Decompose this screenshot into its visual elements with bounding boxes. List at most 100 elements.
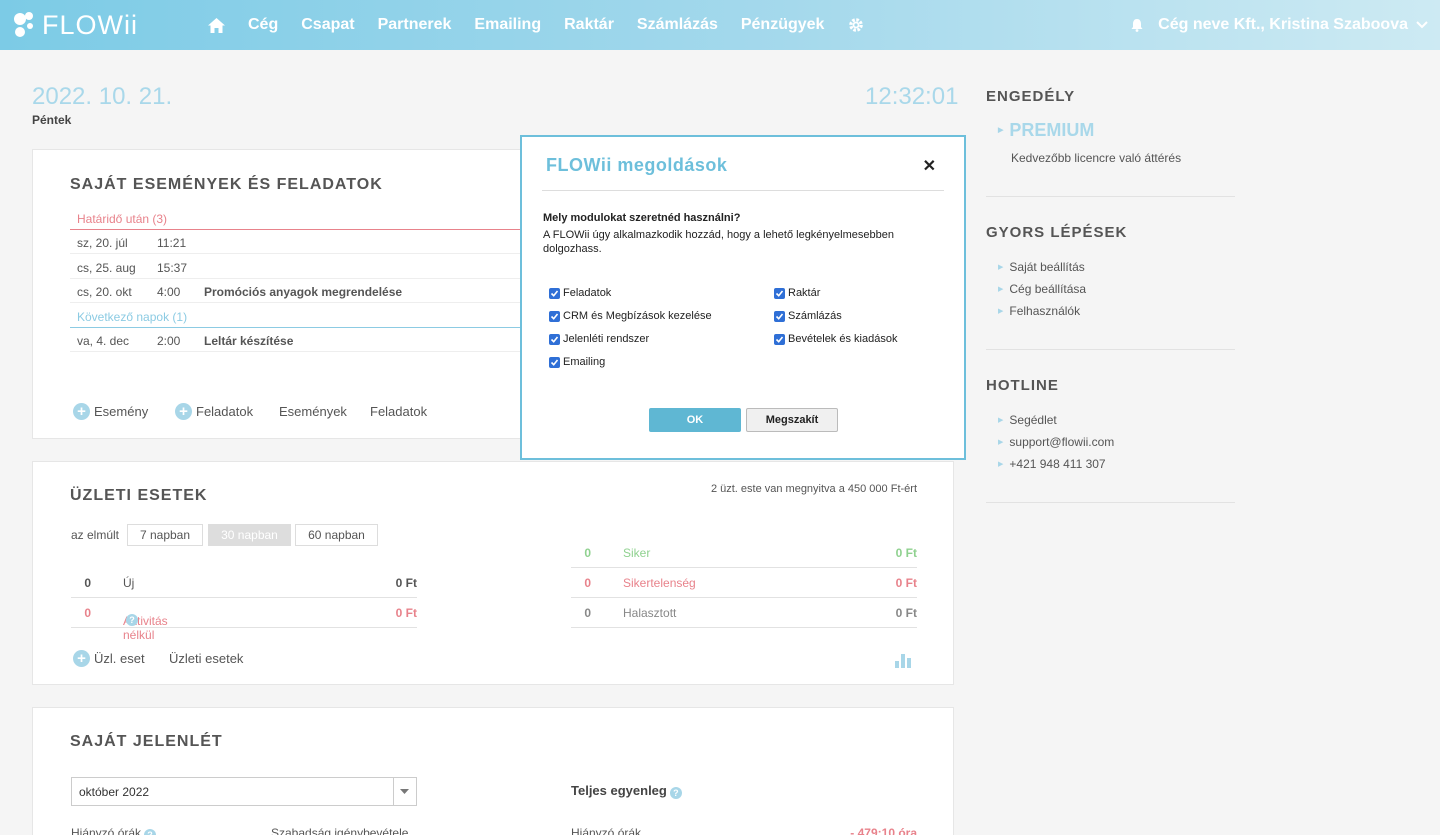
- stat-row-success[interactable]: 0 Siker 0 Ft: [571, 538, 917, 568]
- main-nav: Cég Csapat Partnerek Emailing Raktár Szá…: [207, 0, 888, 50]
- nav-penzugyek[interactable]: Pénzügyek: [741, 16, 825, 34]
- help-icon[interactable]: ?: [126, 614, 138, 626]
- nav-ceg[interactable]: Cég: [248, 16, 278, 34]
- stat-row-postponed[interactable]: 0 Halasztott 0 Ft: [571, 598, 917, 628]
- event-row[interactable]: sz, 20. júl 11:21: [70, 230, 570, 254]
- stat-row-new[interactable]: 0 Új 0 Ft: [71, 568, 417, 598]
- help-icon[interactable]: ?: [669, 787, 682, 799]
- modules-dialog: FLOWii megoldások ✕ Mely modulokat szere…: [520, 135, 966, 460]
- checkbox-checked-icon[interactable]: [774, 310, 785, 322]
- hotline-title: HOTLINE: [986, 377, 1059, 394]
- current-date: 2022. 10. 21.: [32, 83, 173, 110]
- month-select[interactable]: október 2022: [71, 777, 417, 806]
- event-date: cs, 20. okt: [77, 285, 132, 299]
- nav-emailing[interactable]: Emailing: [474, 16, 541, 34]
- hotline-item-label: Segédlet: [1009, 413, 1057, 427]
- nav-partnerek[interactable]: Partnerek: [378, 16, 452, 34]
- period-60-button[interactable]: 60 napban: [295, 524, 378, 546]
- home-icon[interactable]: [207, 16, 225, 34]
- business-title: ÜZLETI ESETEK: [70, 487, 208, 504]
- add-task-link[interactable]: + Feladatok: [175, 403, 253, 420]
- module-checkbox-attendance[interactable]: Jelenléti rendszer: [549, 333, 649, 345]
- triangle-bullet-icon: ▶: [998, 264, 1004, 271]
- checkbox-checked-icon[interactable]: [549, 356, 560, 368]
- user-menu[interactable]: Cég neve Kft., Kristina Szaboova: [1130, 0, 1428, 50]
- module-label: CRM és Megbízások kezelése: [563, 310, 712, 322]
- top-navigation-bar: FLOWii Cég Csapat Partnerek Emailing Rak…: [0, 0, 1440, 50]
- hotline-item-help[interactable]: ▶ Segédlet: [998, 413, 1057, 427]
- close-icon[interactable]: ✕: [923, 156, 936, 176]
- quick-steps-title: GYORS LÉPÉSEK: [986, 224, 1128, 241]
- flowii-logo[interactable]: FLOWii: [12, 8, 138, 42]
- checkbox-checked-icon[interactable]: [774, 333, 785, 345]
- user-label[interactable]: Cég neve Kft., Kristina Szaboova: [1158, 16, 1408, 34]
- period-30-button[interactable]: 30 napban: [208, 524, 291, 546]
- checkbox-checked-icon[interactable]: [549, 287, 560, 299]
- triangle-bullet-icon: ▶: [998, 439, 1004, 446]
- dialog-title: FLOWii megoldások: [546, 155, 728, 175]
- ok-button[interactable]: OK: [649, 408, 741, 432]
- module-checkbox-tasks[interactable]: Feladatok: [549, 287, 611, 299]
- missing-hours-text: Hiányzó órák: [71, 826, 142, 835]
- stat-count: 0: [584, 576, 591, 590]
- upcoming-label: Következő napok (1): [77, 310, 188, 324]
- gear-icon[interactable]: [847, 16, 865, 34]
- business-cases-link[interactable]: Üzleti esetek: [169, 651, 243, 666]
- balance-title-text: Teljes egyenleg: [571, 783, 667, 798]
- hotline-item-email[interactable]: ▶ support@flowii.com: [998, 435, 1114, 449]
- dialog-description: A FLOWii úgy alkalmazkodik hozzád, hogy …: [543, 229, 894, 255]
- event-row[interactable]: cs, 25. aug 15:37: [70, 255, 570, 279]
- module-label: Raktár: [788, 287, 821, 299]
- hotline-item-phone[interactable]: ▶ +421 948 411 307: [998, 457, 1106, 471]
- business-summary: 2 üzt. este van megnyitva a 450 000 Ft-é…: [710, 483, 917, 495]
- current-time: 12:32:01: [865, 83, 959, 110]
- event-title: Leltár készítése: [204, 334, 294, 348]
- add-task-label: Feladatok: [196, 404, 254, 419]
- leave-request-label[interactable]: Szabadság igénybevétele: [271, 826, 408, 835]
- attendance-title: SAJÁT JELENLÉT: [70, 733, 223, 750]
- module-label: Számlázás: [788, 310, 842, 322]
- checkbox-checked-icon[interactable]: [774, 287, 785, 299]
- license-note[interactable]: Kedvezőbb licencre való áttérés: [1011, 151, 1181, 165]
- module-checkbox-income-expenses[interactable]: Bevételek és kiadások: [774, 333, 897, 345]
- event-row[interactable]: cs, 20. okt 4:00 Promóciós anyagok megre…: [70, 279, 570, 303]
- stat-row-failed[interactable]: 0 Sikertelenség 0 Ft: [571, 568, 917, 598]
- brand-name: FLOWii: [42, 9, 138, 40]
- event-row[interactable]: va, 4. dec 2:00 Leltár készítése: [70, 328, 570, 352]
- quick-item-own-settings[interactable]: ▶ Saját beállítás: [998, 260, 1085, 274]
- bar-chart-icon[interactable]: [895, 652, 913, 668]
- help-icon[interactable]: ?: [144, 829, 157, 835]
- balance-title: Teljes egyenleg?: [571, 783, 682, 799]
- chevron-down-icon[interactable]: [1416, 21, 1428, 29]
- nav-raktar[interactable]: Raktár: [564, 16, 614, 34]
- quick-item-users[interactable]: ▶ Felhasználók: [998, 304, 1080, 318]
- add-business-case-link[interactable]: + Üzl. eset: [73, 650, 145, 667]
- checkbox-checked-icon[interactable]: [549, 333, 560, 345]
- events-link[interactable]: Események: [279, 404, 347, 419]
- select-divider: [393, 778, 394, 805]
- dialog-divider: [542, 190, 944, 191]
- event-time: 2:00: [157, 334, 181, 348]
- module-checkbox-warehouse[interactable]: Raktár: [774, 287, 820, 299]
- add-event-link[interactable]: + Esemény: [73, 403, 148, 420]
- stat-row-inactive[interactable]: 0 Aktivitás nélkül? 0 Ft: [71, 598, 417, 642]
- event-time: 11:21: [157, 236, 187, 250]
- checkbox-checked-icon[interactable]: [549, 310, 560, 322]
- module-checkbox-emailing[interactable]: Emailing: [549, 356, 605, 368]
- tasks-link[interactable]: Feladatok: [370, 404, 427, 419]
- current-weekday: Péntek: [32, 113, 72, 127]
- stat-count: 0: [84, 576, 91, 590]
- triangle-bullet-icon: ▶: [998, 308, 1004, 315]
- cancel-button[interactable]: Megszakít: [746, 408, 838, 432]
- quick-item-company-settings[interactable]: ▶ Cég beállítása: [998, 282, 1086, 296]
- triangle-bullet-icon: ▶: [998, 286, 1004, 293]
- period-7-button[interactable]: 7 napban: [127, 524, 203, 546]
- stat-count: 0: [584, 546, 591, 560]
- bell-icon[interactable]: [1130, 18, 1144, 32]
- module-checkbox-crm[interactable]: CRM és Megbízások kezelése: [549, 310, 712, 322]
- hotline-item-label: +421 948 411 307: [1009, 457, 1106, 471]
- license-plan[interactable]: ▶ PREMIUM: [998, 120, 1094, 141]
- nav-csapat[interactable]: Csapat: [301, 16, 354, 34]
- module-checkbox-invoicing[interactable]: Számlázás: [774, 310, 842, 322]
- nav-szamlazas[interactable]: Számlázás: [637, 16, 718, 34]
